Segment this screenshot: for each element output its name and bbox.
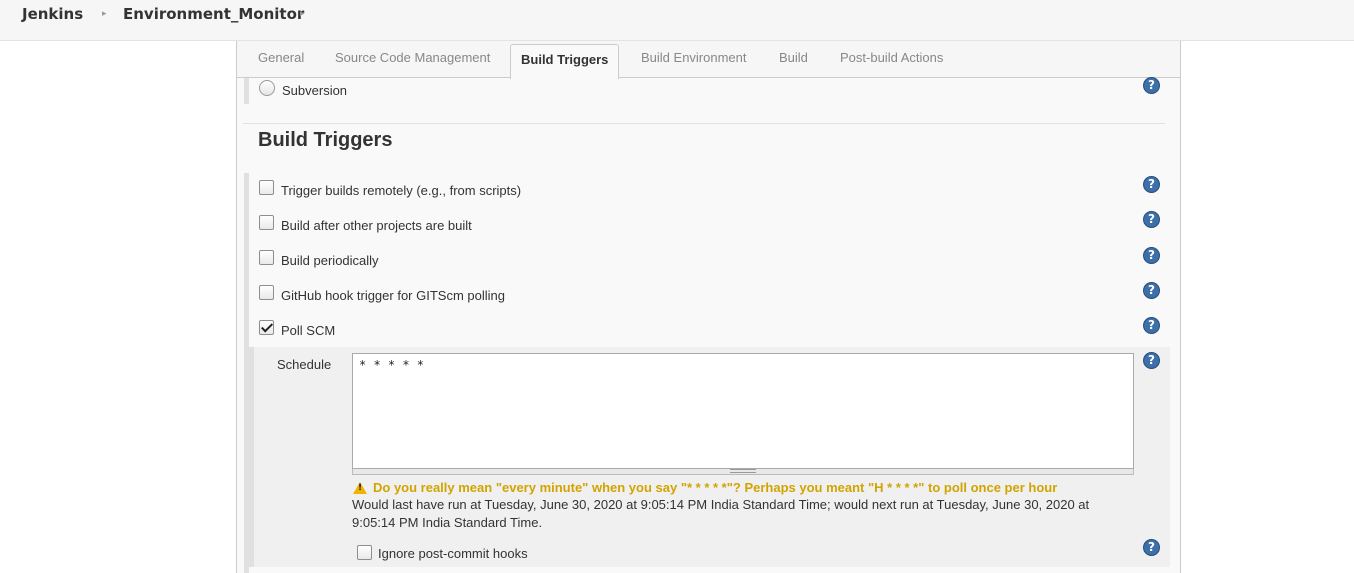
tab-source-code-management[interactable]: Source Code Management (335, 50, 490, 65)
build-triggers-heading: Build Triggers (258, 129, 393, 151)
warning-icon: ! (353, 482, 367, 494)
github-hook-trigger-label: GitHub hook trigger for GITScm polling (281, 288, 505, 303)
tab-build-triggers[interactable]: Build Triggers (510, 44, 620, 79)
section-indent-bar (244, 78, 249, 104)
help-icon[interactable]: ? (1143, 247, 1160, 264)
help-icon[interactable]: ? (1143, 352, 1160, 369)
config-panel: General Source Code Management Build Tri… (236, 41, 1181, 573)
schedule-label: Schedule (277, 357, 332, 372)
tab-build-environment[interactable]: Build Environment (641, 50, 747, 65)
tab-post-build-actions[interactable]: Post-build Actions (840, 50, 943, 65)
build-periodically-checkbox[interactable] (259, 250, 274, 265)
breadcrumb-job[interactable]: Environment_Monitor (123, 5, 304, 23)
breadcrumb: Jenkins ▸ Environment_Monitor ▸ (0, 0, 1354, 41)
help-icon[interactable]: ? (1143, 77, 1160, 94)
schedule-run-info: Would last have run at Tuesday, June 30,… (352, 497, 1090, 530)
build-periodically-label: Build periodically (281, 253, 379, 268)
schedule-warning: Do you really mean "every minute" when y… (373, 480, 1058, 495)
section-indent-bar (249, 347, 254, 567)
ignore-post-commit-hooks-label: Ignore post-commit hooks (378, 546, 528, 561)
schedule-input[interactable]: * * * * * (352, 353, 1134, 469)
help-icon[interactable]: ? (1143, 176, 1160, 193)
help-icon[interactable]: ? (1143, 211, 1160, 228)
breadcrumb-arrow-icon[interactable]: ▸ (300, 9, 305, 19)
build-after-other-projects-label: Build after other projects are built (281, 218, 472, 233)
help-icon[interactable]: ? (1143, 282, 1160, 299)
poll-scm-checkbox[interactable] (259, 320, 274, 335)
trigger-remotely-checkbox[interactable] (259, 180, 274, 195)
help-icon[interactable]: ? (1143, 539, 1160, 556)
ignore-post-commit-hooks-checkbox[interactable] (357, 545, 372, 560)
breadcrumb-arrow-icon[interactable]: ▸ (102, 9, 107, 19)
warning-glyph: ! (358, 483, 363, 493)
subversion-label: Subversion (282, 83, 348, 98)
poll-scm-options: Schedule * * * * * ? ! Do you really mea… (249, 347, 1170, 567)
schedule-resize-handle[interactable] (352, 469, 1134, 475)
config-tabbar: General Source Code Management Build Tri… (237, 41, 1180, 79)
breadcrumb-jenkins[interactable]: Jenkins (22, 5, 83, 23)
help-icon[interactable]: ? (1143, 317, 1160, 334)
github-hook-trigger-checkbox[interactable] (259, 285, 274, 300)
build-after-other-projects-checkbox[interactable] (259, 215, 274, 230)
tab-build[interactable]: Build (779, 50, 808, 65)
trigger-remotely-label: Trigger builds remotely (e.g., from scri… (281, 183, 522, 198)
resize-grip-icon (730, 469, 756, 473)
poll-scm-label: Poll SCM (281, 323, 336, 338)
section-divider (243, 123, 1165, 124)
tab-general[interactable]: General (258, 50, 304, 65)
subversion-radio[interactable] (259, 80, 275, 96)
